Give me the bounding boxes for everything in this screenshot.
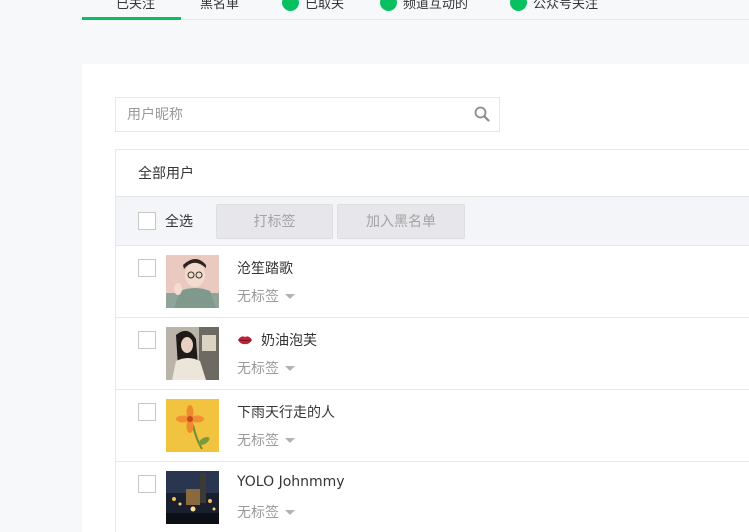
avatar — [166, 327, 219, 380]
list-header-title: 全部用户 — [138, 166, 194, 182]
row-checkbox[interactable] — [138, 403, 156, 421]
chevron-down-icon — [285, 509, 295, 515]
top-tabs: 已关注 黑名单 已取关 频道互动的 公众号关注 — [82, 0, 749, 20]
tab-unfollowed[interactable]: 已取关 — [282, 0, 344, 12]
user-list: 全部用户 全选 打标签 加入黑名单 沧笙踏歌 无标签 奶油泡芙 无标签 下雨天行… — [115, 149, 749, 532]
user-nickname[interactable]: 下雨天行走的人 — [237, 402, 335, 422]
user-nickname[interactable]: YOLO Johnmmy — [237, 474, 345, 490]
user-tag-label: 无标签 — [237, 289, 279, 305]
avatar — [166, 399, 219, 452]
list-toolbar: 全选 打标签 加入黑名单 — [116, 197, 749, 246]
user-tag-dropdown[interactable]: 无标签 — [237, 286, 295, 306]
list-item: 奶油泡芙 无标签 — [116, 318, 749, 390]
row-checkbox[interactable] — [138, 475, 156, 493]
list-header: 全部用户 — [116, 150, 749, 197]
chevron-down-icon — [285, 293, 295, 299]
user-tag-dropdown[interactable]: 无标签 — [237, 502, 295, 522]
user-tag-dropdown[interactable]: 无标签 — [237, 430, 295, 450]
list-item: 下雨天行走的人 无标签 — [116, 390, 749, 462]
status-dot-icon — [380, 0, 397, 11]
status-dot-icon — [282, 0, 299, 11]
tag-button[interactable]: 打标签 — [216, 203, 333, 239]
select-all-label[interactable]: 全选 — [165, 211, 193, 231]
user-nickname[interactable]: 奶油泡芙 — [237, 330, 317, 350]
tab-channel-interaction[interactable]: 频道互动的 — [380, 0, 468, 12]
list-item: YOLO Johnmmy 无标签 — [116, 462, 749, 532]
avatar — [166, 255, 219, 308]
tab-blacklist[interactable]: 黑名单 — [200, 0, 239, 12]
user-tag-label: 无标签 — [237, 361, 279, 377]
add-to-blacklist-button[interactable]: 加入黑名单 — [337, 203, 465, 239]
tab-following[interactable]: 已关注 — [116, 0, 155, 12]
user-tag-label: 无标签 — [237, 505, 279, 521]
status-dot-icon — [510, 0, 527, 11]
lips-icon — [238, 336, 252, 345]
row-checkbox[interactable] — [138, 259, 156, 277]
chevron-down-icon — [285, 437, 295, 443]
search-box — [115, 97, 500, 132]
user-tag-label: 无标签 — [237, 433, 279, 449]
search-input[interactable] — [116, 98, 456, 131]
row-checkbox[interactable] — [138, 331, 156, 349]
user-list-card: 全部用户 全选 打标签 加入黑名单 — [82, 64, 749, 532]
user-nickname[interactable]: 沧笙踏歌 — [237, 258, 293, 278]
tab-official-account[interactable]: 公众号关注 — [510, 0, 598, 12]
search-icon[interactable] — [474, 106, 490, 122]
user-tag-dropdown[interactable]: 无标签 — [237, 358, 295, 378]
list-item: 沧笙踏歌 无标签 — [116, 246, 749, 318]
avatar — [166, 471, 219, 524]
chevron-down-icon — [285, 365, 295, 371]
select-all-checkbox[interactable] — [138, 212, 156, 230]
active-tab-indicator — [82, 17, 181, 20]
